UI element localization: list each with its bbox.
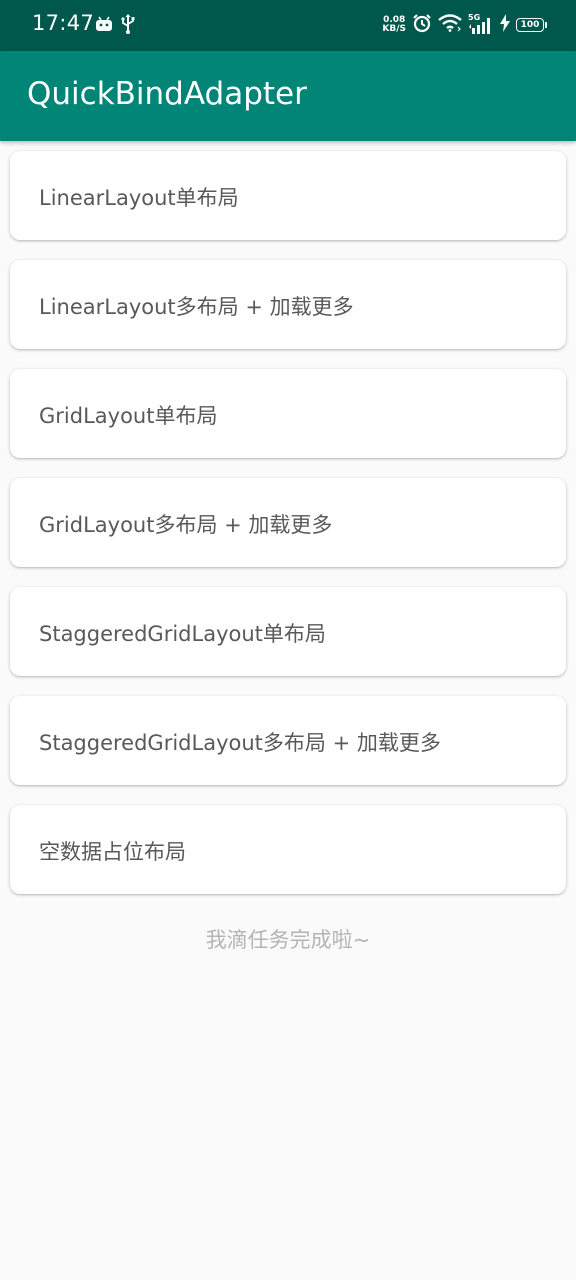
layout-menu-list: LinearLayout单布局 LinearLayout多布局 + 加载更多 G… xyxy=(10,151,566,914)
android-notification-icon xyxy=(95,16,113,36)
menu-item-grid-multi[interactable]: GridLayout多布局 + 加载更多 xyxy=(10,478,566,567)
menu-item-label: GridLayout单布局 xyxy=(39,404,218,428)
usb-icon xyxy=(121,14,135,38)
status-system-icons: 0.08 KB/S 5G 100 xyxy=(382,12,547,38)
menu-item-grid-single[interactable]: GridLayout单布局 xyxy=(10,369,566,458)
status-bar: 17:47 0.08 KB/S 5G 100 xyxy=(0,0,576,51)
status-notification-icons xyxy=(95,14,135,38)
menu-item-label: 空数据占位布局 xyxy=(39,840,186,864)
menu-item-label: StaggeredGridLayout多布局 + 加载更多 xyxy=(39,731,441,755)
list-footer-text: 我滴任务完成啦~ xyxy=(205,928,371,952)
menu-item-label: LinearLayout多布局 + 加载更多 xyxy=(39,295,354,319)
menu-item-label: LinearLayout单布局 xyxy=(39,186,239,210)
charging-icon xyxy=(500,14,510,36)
menu-item-staggered-single[interactable]: StaggeredGridLayout单布局 xyxy=(10,587,566,676)
net-speed: 0.08 KB/S xyxy=(382,16,406,34)
app-title: QuickBindAdapter xyxy=(27,76,307,112)
wifi-icon xyxy=(438,14,462,36)
battery-level: 100 xyxy=(520,20,540,30)
alarm-icon xyxy=(412,13,432,37)
menu-item-linear-multi[interactable]: LinearLayout多布局 + 加载更多 xyxy=(10,260,566,349)
signal-icon: 5G xyxy=(468,13,494,35)
menu-item-staggered-multi[interactable]: StaggeredGridLayout多布局 + 加载更多 xyxy=(10,696,566,785)
battery-icon: 100 xyxy=(516,18,547,32)
menu-item-empty-placeholder[interactable]: 空数据占位布局 xyxy=(10,805,566,894)
menu-item-linear-single[interactable]: LinearLayout单布局 xyxy=(10,151,566,240)
menu-item-label: StaggeredGridLayout单布局 xyxy=(39,622,326,646)
menu-item-label: GridLayout多布局 + 加载更多 xyxy=(39,513,333,537)
net-speed-unit: KB/S xyxy=(382,24,406,34)
app-bar: QuickBindAdapter xyxy=(0,51,576,141)
status-time: 17:47 xyxy=(32,11,95,35)
